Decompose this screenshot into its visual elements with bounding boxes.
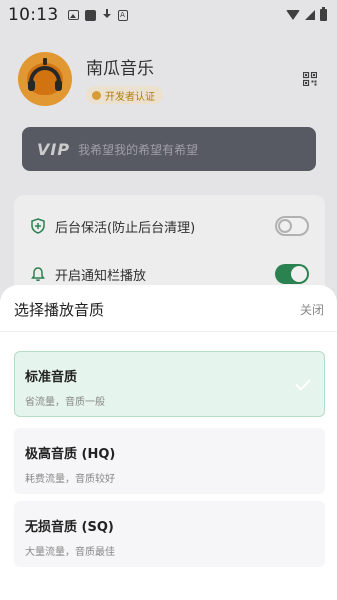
sheet-header: 选择播放音质 关闭: [0, 285, 337, 331]
option-title: 标准音质: [25, 370, 78, 385]
quality-option-hq[interactable]: 极高音质 (HQ) 耗费流量，音质较好: [14, 428, 325, 494]
option-title: 无损音质 (SQ): [25, 520, 114, 535]
option-subtitle: 省流量，音质一般: [25, 397, 105, 408]
option-subtitle: 大量流量，音质最佳: [25, 547, 115, 558]
quality-option-standard[interactable]: 标准音质 省流量，音质一般: [14, 351, 325, 417]
sheet-divider: [0, 331, 337, 332]
option-subtitle: 耗费流量，音质较好: [25, 474, 115, 485]
close-button[interactable]: 关闭: [300, 301, 324, 318]
option-title: 极高音质 (HQ): [25, 447, 116, 462]
quality-option-sq[interactable]: 无损音质 (SQ) 大量流量，音质最佳: [14, 501, 325, 567]
quality-bottom-sheet: 选择播放音质 关闭 标准音质 省流量，音质一般 极高音质 (HQ) 耗费流量，音…: [0, 285, 337, 600]
sheet-title: 选择播放音质: [14, 301, 105, 319]
